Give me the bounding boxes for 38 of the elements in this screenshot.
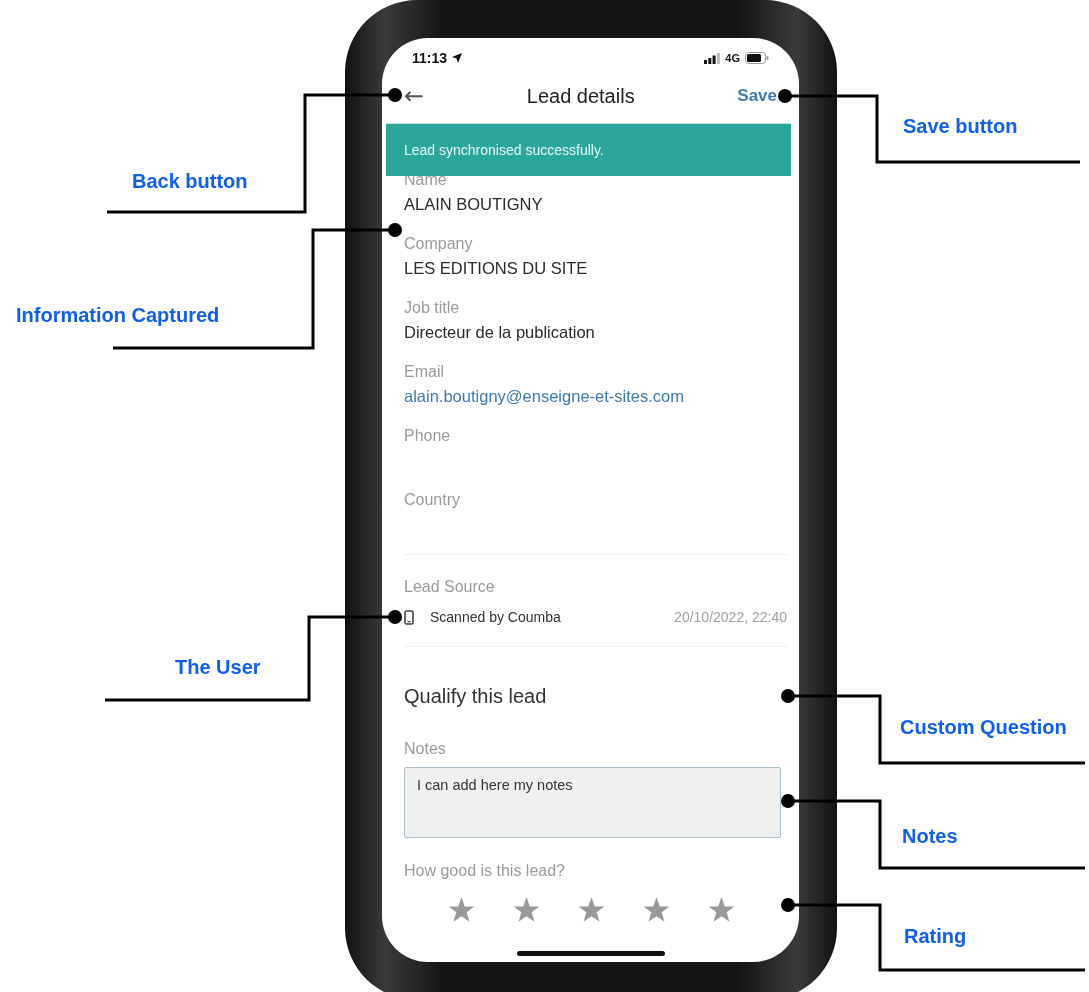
callout-label: Information Captured: [16, 304, 220, 327]
notes-field[interactable]: I can add here my notes: [404, 767, 781, 838]
scan-date: 20/10/2022, 22:40: [674, 609, 787, 625]
field-value: ALAIN BOUTIGNY: [404, 194, 544, 215]
email-link[interactable]: alain.boutigny@enseigne-et-sites.com: [404, 384, 787, 408]
field-label: Country: [404, 490, 462, 510]
rating-question: How good is this lead?: [404, 861, 566, 881]
status-time: 11:13: [412, 50, 448, 66]
battery-icon: [745, 52, 769, 64]
field-value: Directeur de la publication: [404, 322, 596, 343]
field-label: Job title: [404, 298, 461, 318]
field-label: Lead Source: [404, 577, 496, 597]
phone-icon: [404, 609, 414, 625]
field-label: Notes: [404, 739, 447, 759]
callout-label: Notes: [902, 825, 958, 848]
callout-label: Save button: [903, 115, 1018, 138]
location-icon: [452, 53, 463, 63]
callout-label: Back button: [132, 170, 248, 193]
field-value: LES EDITIONS DU SITE: [404, 258, 589, 279]
star-icon[interactable]: [448, 897, 475, 923]
callout-label: The User: [175, 656, 261, 679]
save-button[interactable]: Save: [737, 86, 777, 106]
star-icon[interactable]: [643, 897, 670, 923]
field-label: Email: [404, 362, 445, 382]
callout-label: Custom Question: [900, 716, 1067, 739]
field-label: Company: [404, 234, 474, 254]
signal-icon: [704, 52, 721, 64]
field-label: Phone: [404, 426, 452, 446]
scanned-by-text: Scanned by Coumba: [430, 609, 561, 625]
section-title: Qualify this lead: [404, 684, 548, 709]
callout-label: Rating: [904, 925, 967, 948]
network-label: 4G: [725, 52, 740, 64]
toast-message: Lead synchronised successfully.: [404, 142, 604, 158]
star-icon[interactable]: [513, 897, 540, 923]
star-icon[interactable]: [708, 897, 735, 923]
screen-title: Lead details: [526, 84, 635, 108]
back-button[interactable]: ←: [404, 84, 425, 108]
star-icon[interactable]: [578, 897, 605, 923]
